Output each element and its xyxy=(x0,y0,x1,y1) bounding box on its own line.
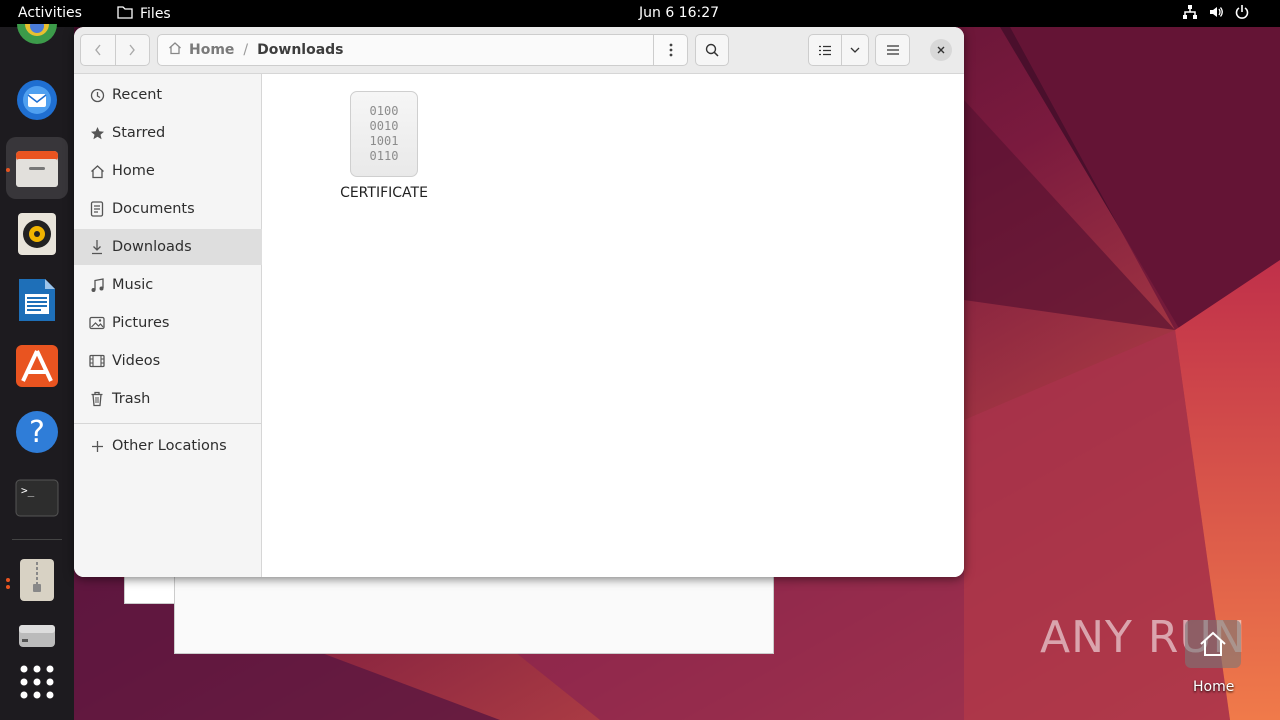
sidebar-item-home[interactable]: Home xyxy=(74,153,262,189)
breadcrumb-current[interactable]: Downloads xyxy=(257,42,343,58)
sidebar-item-label: Other Locations xyxy=(112,438,227,454)
file-view[interactable]: 0100 0010 1001 0110 CERTIFICATE xyxy=(263,74,964,577)
binary-file-icon: 0100 0010 1001 0110 xyxy=(350,91,418,177)
app-center-icon[interactable] xyxy=(14,343,60,389)
show-apps-icon[interactable] xyxy=(14,659,60,705)
breadcrumb-home[interactable]: Home xyxy=(168,41,234,59)
sidebar-item-label: Music xyxy=(112,277,154,293)
file-name: CERTIFICATE xyxy=(340,185,428,201)
dock-separator xyxy=(12,539,62,540)
sidebar-item-label: Documents xyxy=(112,201,195,217)
libreoffice-writer-icon[interactable] xyxy=(14,277,60,323)
search-button[interactable] xyxy=(695,34,729,66)
app-name: Files xyxy=(140,6,171,22)
files-window: Home / Downloads Recent Starred Home Doc… xyxy=(74,27,964,577)
top-bar: Activities Files Jun 6 16:27 xyxy=(0,0,1280,27)
sidebar: Recent Starred Home Documents Downloads … xyxy=(74,74,262,577)
sidebar-separator xyxy=(74,423,262,424)
chevron-down-icon xyxy=(850,47,860,53)
svg-text:?: ? xyxy=(29,415,45,450)
sidebar-item-pictures[interactable]: Pictures xyxy=(74,305,262,341)
list-view-button[interactable] xyxy=(809,35,842,65)
music-icon xyxy=(88,276,106,294)
sidebar-item-music[interactable]: Music xyxy=(74,267,262,303)
binary-file-icon-glyph: 0100 0010 1001 0110 xyxy=(369,104,399,163)
sidebar-item-downloads[interactable]: Downloads xyxy=(74,229,262,265)
main-menu-button[interactable] xyxy=(875,34,910,66)
home-icon xyxy=(88,162,106,180)
path-bar: Home / Downloads xyxy=(157,34,688,66)
chrome-icon[interactable] xyxy=(14,21,60,67)
system-status-menu[interactable] xyxy=(1182,4,1250,24)
download-icon xyxy=(88,238,106,256)
sidebar-item-label: Recent xyxy=(112,87,163,103)
file-item[interactable]: 0100 0010 1001 0110 CERTIFICATE xyxy=(329,91,439,201)
kebab-menu-icon xyxy=(669,43,672,57)
desktop-home-icon[interactable] xyxy=(1185,620,1241,668)
plus-icon xyxy=(88,437,106,455)
chevron-right-icon xyxy=(129,44,136,56)
document-icon xyxy=(88,200,106,218)
sidebar-item-label: Starred xyxy=(112,125,166,141)
activities-button[interactable]: Activities xyxy=(18,5,82,21)
clock[interactable]: Jun 6 16:27 xyxy=(639,5,719,21)
sidebar-item-label: Trash xyxy=(112,391,151,407)
sidebar-item-other-locations[interactable]: Other Locations xyxy=(74,428,262,464)
breadcrumb-home-label: Home xyxy=(189,42,235,58)
app-menu[interactable]: Files xyxy=(117,5,171,23)
close-icon xyxy=(937,46,945,54)
help-icon[interactable]: ? xyxy=(14,409,60,455)
background-window-small[interactable] xyxy=(124,574,176,604)
sidebar-item-label: Downloads xyxy=(112,239,192,255)
search-icon xyxy=(705,43,719,57)
list-view-icon xyxy=(819,45,831,55)
files-icon[interactable] xyxy=(6,137,68,199)
desktop-home-label: Home xyxy=(1193,679,1235,695)
power-icon xyxy=(1234,4,1250,24)
picture-icon xyxy=(88,314,106,332)
running-indicator xyxy=(6,168,10,172)
network-icon xyxy=(1182,4,1198,24)
folder-icon xyxy=(117,5,133,23)
sidebar-item-documents[interactable]: Documents xyxy=(74,191,262,227)
star-icon xyxy=(88,124,106,142)
forward-button[interactable] xyxy=(114,35,150,65)
hamburger-menu-icon xyxy=(886,45,899,55)
path-menu-button[interactable] xyxy=(653,35,687,65)
navigation-buttons xyxy=(80,34,150,66)
disk-icon[interactable] xyxy=(14,613,60,659)
sidebar-item-trash[interactable]: Trash xyxy=(74,381,262,417)
sidebar-item-videos[interactable]: Videos xyxy=(74,343,262,379)
video-icon xyxy=(88,352,106,370)
volume-icon xyxy=(1208,4,1224,24)
back-button[interactable] xyxy=(81,35,115,65)
view-options-button[interactable] xyxy=(842,35,868,65)
chevron-left-icon xyxy=(94,44,101,56)
sidebar-item-recent[interactable]: Recent xyxy=(74,77,262,113)
sidebar-item-label: Videos xyxy=(112,353,161,369)
view-toggle-group xyxy=(808,34,869,66)
close-window-button[interactable] xyxy=(930,39,952,61)
dock: ? >_ xyxy=(0,24,74,720)
sidebar-item-label: Home xyxy=(112,163,155,179)
sidebar-item-starred[interactable]: Starred xyxy=(74,115,262,151)
home-icon xyxy=(168,41,182,59)
archive-icon[interactable] xyxy=(14,557,60,603)
running-indicator xyxy=(6,578,10,582)
sidebar-item-label: Pictures xyxy=(112,315,170,331)
running-indicator xyxy=(6,585,10,589)
trash-icon xyxy=(88,390,106,408)
header-bar: Home / Downloads xyxy=(74,27,964,74)
thunderbird-icon[interactable] xyxy=(14,77,60,123)
terminal-icon[interactable]: >_ xyxy=(14,475,60,521)
breadcrumb-separator: / xyxy=(243,42,249,58)
clock-icon xyxy=(88,86,106,104)
home-folder-icon xyxy=(1200,631,1226,656)
rhythmbox-icon[interactable] xyxy=(14,211,60,257)
svg-text:>_: >_ xyxy=(21,484,35,497)
